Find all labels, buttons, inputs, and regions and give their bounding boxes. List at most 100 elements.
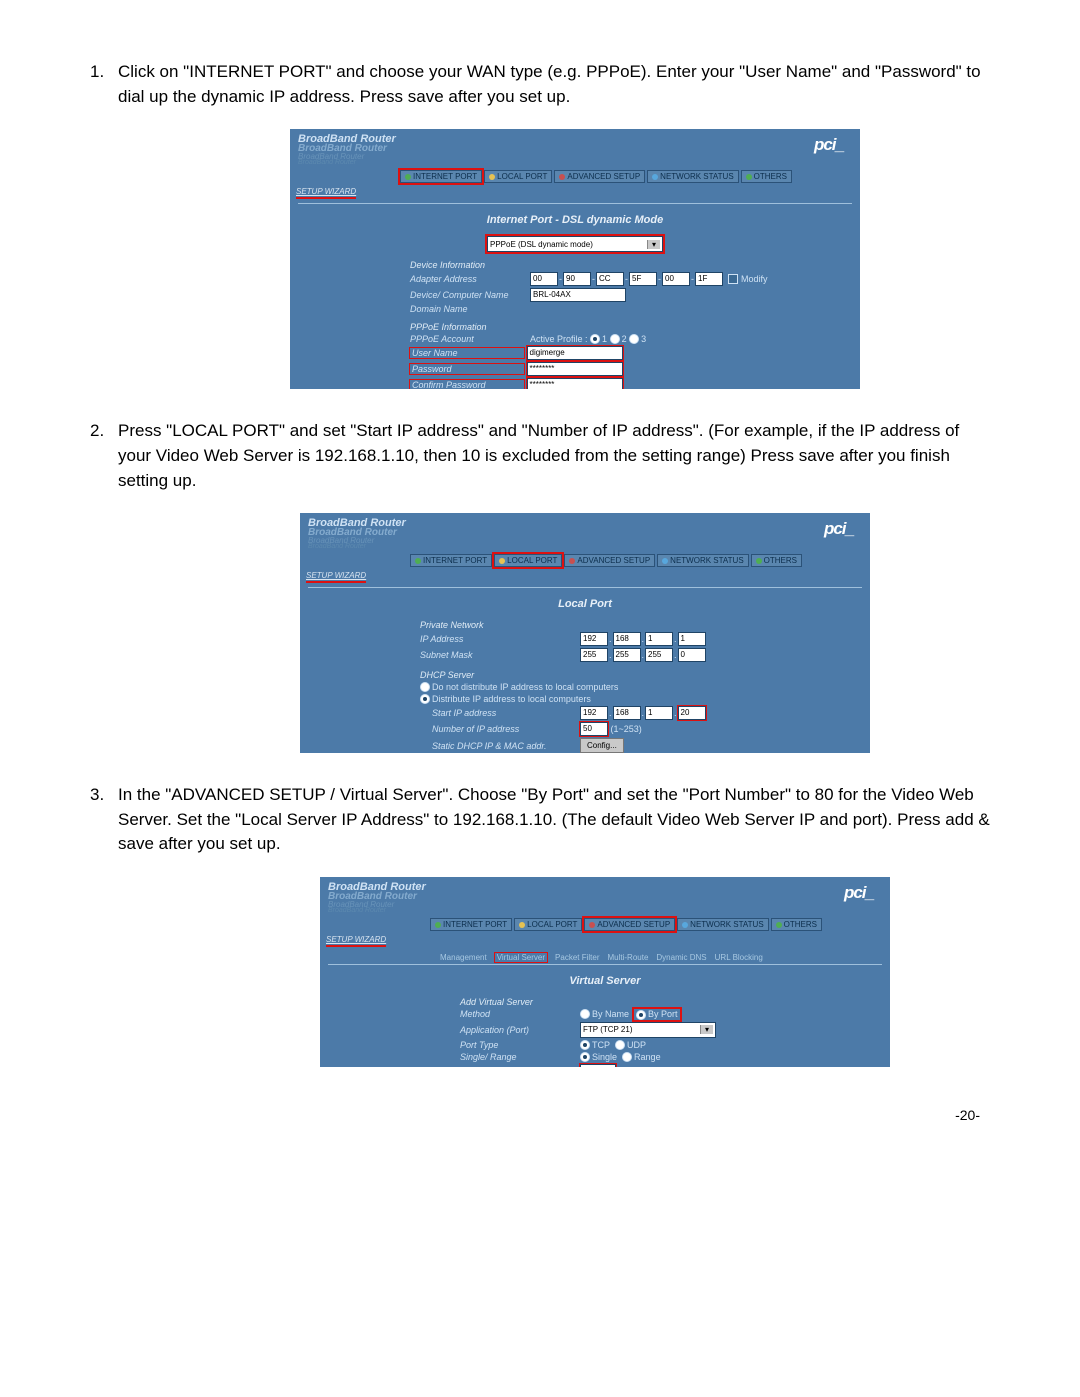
profile-2-radio[interactable] xyxy=(610,334,620,344)
step-2-num: 2. xyxy=(90,419,118,493)
step-1-num: 1. xyxy=(90,60,118,109)
subnav-virtual-server[interactable]: Virtual Server xyxy=(495,953,547,962)
tab-local-port[interactable]: LOCAL PORT xyxy=(514,918,582,931)
section-private-network: Private Network xyxy=(420,620,870,630)
subnav-management[interactable]: Management xyxy=(440,953,487,962)
step-1: 1. Click on "INTERNET PORT" and choose y… xyxy=(90,60,990,389)
subnav-dynamic-dns[interactable]: Dynamic DNS xyxy=(656,953,706,962)
tab-local-port[interactable]: LOCAL PORT xyxy=(484,170,552,183)
single-radio[interactable] xyxy=(580,1052,590,1062)
pppoe-account-label: PPPoE Account xyxy=(410,334,530,344)
step-2-body: Press "LOCAL PORT" and set "Start IP add… xyxy=(118,419,990,493)
subnav-packet-filter[interactable]: Packet Filter xyxy=(555,953,599,962)
screenshot-virtual-server: pci_ BroadBand Router BroadBand Router B… xyxy=(320,877,890,1067)
num-ip-input[interactable]: 50 xyxy=(580,722,608,736)
dhcp-on-label: Distribute IP address to local computers xyxy=(432,694,591,704)
pci-logo: pci_ xyxy=(814,135,844,155)
section-add-vs: Add Virtual Server xyxy=(460,997,890,1007)
start-ip-field[interactable]: 20 xyxy=(678,706,706,720)
mac-field[interactable]: 00 xyxy=(530,272,558,286)
mask-field[interactable]: 255 xyxy=(580,648,608,662)
ip-field[interactable]: 168 xyxy=(613,632,641,646)
tab-network-status[interactable]: NETWORK STATUS xyxy=(647,170,738,183)
adapter-address-label: Adapter Address xyxy=(410,274,530,284)
wan-mode-select[interactable]: PPPoE (DSL dynamic mode)▾ xyxy=(487,236,663,252)
mac-field[interactable]: 5F xyxy=(629,272,657,286)
section-device-info: Device Information xyxy=(410,260,860,270)
tab-internet-port[interactable]: INTERNET PORT xyxy=(430,918,512,931)
range-label: Range xyxy=(634,1052,661,1062)
dot-icon xyxy=(499,558,505,564)
nav-tabs: INTERNET PORT LOCAL PORT ADVANCED SETUP … xyxy=(400,170,860,183)
tab-others[interactable]: OTHERS xyxy=(751,554,802,567)
mac-field[interactable]: 90 xyxy=(563,272,591,286)
tab-internet-port[interactable]: INTERNET PORT xyxy=(400,170,482,183)
divider xyxy=(298,203,852,204)
mac-field[interactable]: CC xyxy=(596,272,624,286)
dhcp-off-radio[interactable] xyxy=(420,682,430,692)
mac-field[interactable]: 1F xyxy=(695,272,723,286)
modify-checkbox[interactable] xyxy=(728,274,738,284)
application-select[interactable]: FTP (TCP 21)▾ xyxy=(580,1022,716,1038)
dot-icon xyxy=(569,558,575,564)
password-input[interactable]: ******** xyxy=(527,362,623,376)
username-input[interactable]: digimerge xyxy=(527,346,623,360)
single-range-label: Single/ Range xyxy=(460,1052,580,1062)
tab-advanced-setup[interactable]: ADVANCED SETUP xyxy=(554,170,645,183)
udp-radio[interactable] xyxy=(615,1040,625,1050)
setup-wizard-link[interactable]: SETUP WIZARD xyxy=(326,935,386,947)
mask-field[interactable]: 255 xyxy=(645,648,673,662)
tab-local-port[interactable]: LOCAL PORT xyxy=(494,554,562,567)
pci-logo: pci_ xyxy=(844,883,874,903)
device-name-input[interactable]: BRL-04AX xyxy=(530,288,626,302)
start-ip-field[interactable]: 192 xyxy=(580,706,608,720)
ip-field[interactable]: 1 xyxy=(645,632,673,646)
tab-network-status[interactable]: NETWORK STATUS xyxy=(657,554,748,567)
screenshot-internet-port: pci_ BroadBand Router BroadBand Router B… xyxy=(290,129,860,389)
page-number: -20- xyxy=(90,1107,990,1123)
tab-others[interactable]: OTHERS xyxy=(741,170,792,183)
tab-advanced-setup[interactable]: ADVANCED SETUP xyxy=(584,918,675,931)
dhcp-on-radio[interactable] xyxy=(420,694,430,704)
ip-field[interactable]: 1 xyxy=(678,632,706,646)
dot-icon xyxy=(652,174,658,180)
port-number-input[interactable]: 80 xyxy=(580,1064,616,1067)
tab-internet-port[interactable]: INTERNET PORT xyxy=(410,554,492,567)
device-name-label: Device/ Computer Name xyxy=(410,290,530,300)
range-radio[interactable] xyxy=(622,1052,632,1062)
ip-field[interactable]: 192 xyxy=(580,632,608,646)
mask-field[interactable]: 0 xyxy=(678,648,706,662)
dot-icon xyxy=(519,922,525,928)
setup-wizard-link[interactable]: SETUP WIZARD xyxy=(306,571,366,583)
application-label: Application (Port) xyxy=(460,1025,580,1035)
tab-others[interactable]: OTHERS xyxy=(771,918,822,931)
tab-advanced-setup[interactable]: ADVANCED SETUP xyxy=(564,554,655,567)
step-1-body: Click on "INTERNET PORT" and choose your… xyxy=(118,60,990,109)
dot-icon xyxy=(435,922,441,928)
tab-network-status[interactable]: NETWORK STATUS xyxy=(677,918,768,931)
active-profile-label: Active Profile : xyxy=(530,334,588,344)
chevron-down-icon: ▾ xyxy=(647,240,660,249)
start-ip-field[interactable]: 168 xyxy=(613,706,641,720)
page-heading: Local Port xyxy=(300,598,870,610)
by-name-radio[interactable] xyxy=(580,1009,590,1019)
setup-wizard-link[interactable]: SETUP WIZARD xyxy=(296,187,356,199)
step-2-text: 2. Press "LOCAL PORT" and set "Start IP … xyxy=(90,419,990,493)
by-port-radio[interactable] xyxy=(636,1010,646,1020)
confirm-password-label: Confirm Password xyxy=(410,380,524,389)
profile-1-radio[interactable] xyxy=(590,334,600,344)
subnav-multi-route[interactable]: Multi-Route xyxy=(608,953,649,962)
config-button[interactable]: Config... xyxy=(580,738,624,753)
profile-3-radio[interactable] xyxy=(629,334,639,344)
password-label: Password xyxy=(410,364,524,374)
start-ip-field[interactable]: 1 xyxy=(645,706,673,720)
brand-title-4: BroadBand Router xyxy=(328,907,890,914)
dot-icon xyxy=(415,558,421,564)
mask-field[interactable]: 255 xyxy=(613,648,641,662)
subnav-url-blocking[interactable]: URL Blocking xyxy=(715,953,763,962)
tcp-radio[interactable] xyxy=(580,1040,590,1050)
single-label: Single xyxy=(592,1052,617,1062)
confirm-password-input[interactable]: ******** xyxy=(527,378,623,389)
mac-field[interactable]: 00 xyxy=(662,272,690,286)
dot-icon xyxy=(405,174,411,180)
